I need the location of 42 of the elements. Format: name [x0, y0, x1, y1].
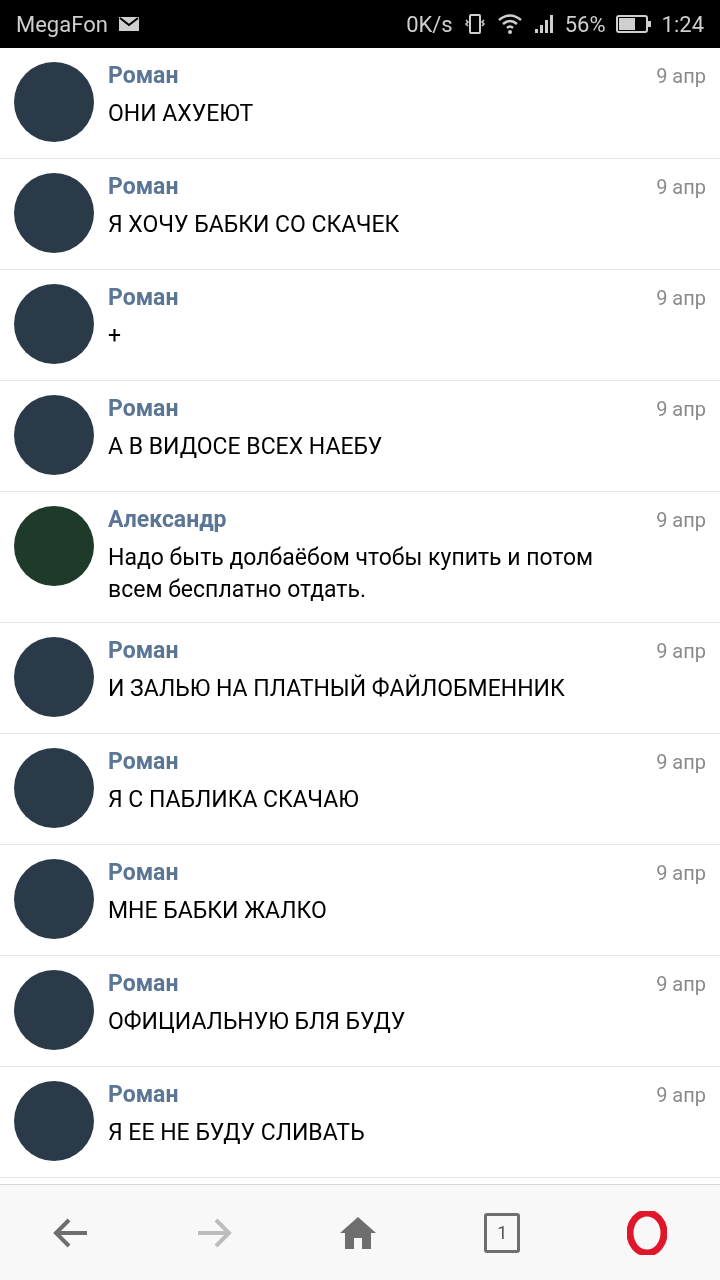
battery-icon: [615, 14, 652, 34]
author-name[interactable]: Роман: [108, 284, 179, 312]
message-text: Я ХОЧУ БАБКИ СО СКАЧЕК: [108, 210, 401, 240]
message-text: Надо быть долбаёбом чтобы купить и потом всем бесплатно отдать.: [108, 543, 595, 605]
message-text: +: [108, 321, 123, 351]
browser-logo-icon[interactable]: [626, 1210, 667, 1255]
clock-time: 1:24: [661, 10, 704, 39]
message-text: Я С ПАБЛИКА СКАЧАЮ: [108, 785, 360, 815]
message-text: И ЗАЛЬЮ НА ПЛАТНЫЙ ФАЙЛОБМЕННИК: [108, 673, 566, 704]
message-date: 9 апр: [656, 971, 706, 998]
author-name[interactable]: Роман: [108, 173, 179, 201]
vibrate-icon: [462, 12, 487, 36]
message-text: ОФИЦИАЛЬНУЮ БЛЯ БУДУ: [108, 1007, 407, 1037]
mail-icon: [117, 16, 140, 32]
message-date: 9 апр: [656, 749, 706, 776]
author-name[interactable]: Александр: [108, 506, 227, 534]
author-name[interactable]: Роман: [108, 395, 179, 423]
message-date: 9 апр: [656, 396, 706, 423]
author-name[interactable]: Роман: [108, 62, 179, 90]
author-name[interactable]: Роман: [108, 1081, 179, 1109]
back-arrow-icon[interactable]: [53, 1216, 90, 1249]
author-name[interactable]: Роман: [108, 970, 179, 998]
network-speed: 0K/s: [406, 10, 453, 39]
author-name[interactable]: Роман: [108, 859, 179, 887]
signal-icon: [532, 13, 555, 35]
message-date: 9 апр: [656, 174, 706, 201]
message-text: А В ВИДОСЕ ВСЕХ НАЕБУ: [108, 432, 384, 462]
wifi-icon: [496, 13, 523, 35]
carrier-name: MegaFon: [16, 10, 108, 39]
message-text: ОНИ АХУЕЮТ: [108, 99, 255, 129]
message-date: 9 апр: [656, 860, 706, 887]
message-date: 9 апр: [656, 507, 706, 534]
message-date: 9 апр: [656, 1082, 706, 1109]
message-date: 9 апр: [656, 638, 706, 665]
battery-percent: 56%: [564, 10, 606, 39]
author-name[interactable]: Роман: [108, 748, 179, 776]
author-name[interactable]: Роман: [108, 637, 179, 665]
message-text: Я ЕЕ НЕ БУДУ СЛИВАТЬ: [108, 1118, 366, 1148]
message-date: 9 апр: [656, 285, 706, 312]
message-text: МНЕ БАБКИ ЖАЛКО: [108, 896, 328, 926]
message-date: 9 апр: [656, 63, 706, 90]
tabs-button[interactable]: 1: [484, 1212, 521, 1253]
